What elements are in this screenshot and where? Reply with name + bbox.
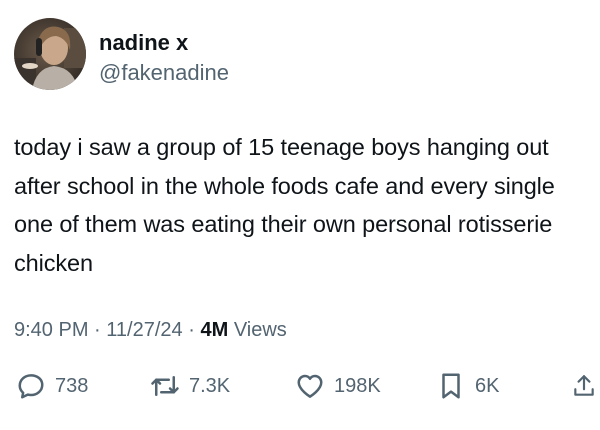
action-bar: 738 7.3K 198K 6K: [0, 366, 600, 406]
share-button[interactable]: [571, 366, 597, 406]
avatar-photo: [14, 18, 86, 90]
retweet-button[interactable]: 7.3K: [150, 366, 230, 406]
reply-button[interactable]: 738: [16, 366, 88, 406]
bookmark-icon: [442, 373, 460, 399]
meta-separator: ·: [188, 319, 195, 341]
speech-bubble-icon: [18, 374, 44, 399]
bookmark-button[interactable]: 6K: [436, 366, 499, 406]
retweet-arrows-icon: [151, 376, 179, 396]
tweet-date[interactable]: 11/27/24: [106, 319, 182, 341]
share-upload-icon: [574, 375, 594, 396]
views-label: Views: [233, 319, 287, 341]
tweet-time[interactable]: 9:40 PM: [14, 319, 88, 341]
tweet-text: today i saw a group of 15 teenage boys h…: [14, 134, 555, 276]
avatar[interactable]: [14, 18, 86, 90]
user-handle[interactable]: @fakenadine: [99, 60, 229, 86]
like-count: 198K: [334, 375, 381, 397]
display-name[interactable]: nadine x: [99, 30, 188, 56]
reply-count: 738: [55, 375, 89, 397]
heart-icon: [297, 374, 323, 398]
tweet-meta: 9:40 PM · 11/27/24 · 4M Views: [14, 318, 287, 342]
bookmark-count: 6K: [475, 375, 500, 397]
views-count: 4M: [200, 319, 229, 341]
meta-separator: ·: [94, 319, 101, 341]
like-button[interactable]: 198K: [295, 366, 381, 406]
retweet-count: 7.3K: [189, 375, 231, 397]
